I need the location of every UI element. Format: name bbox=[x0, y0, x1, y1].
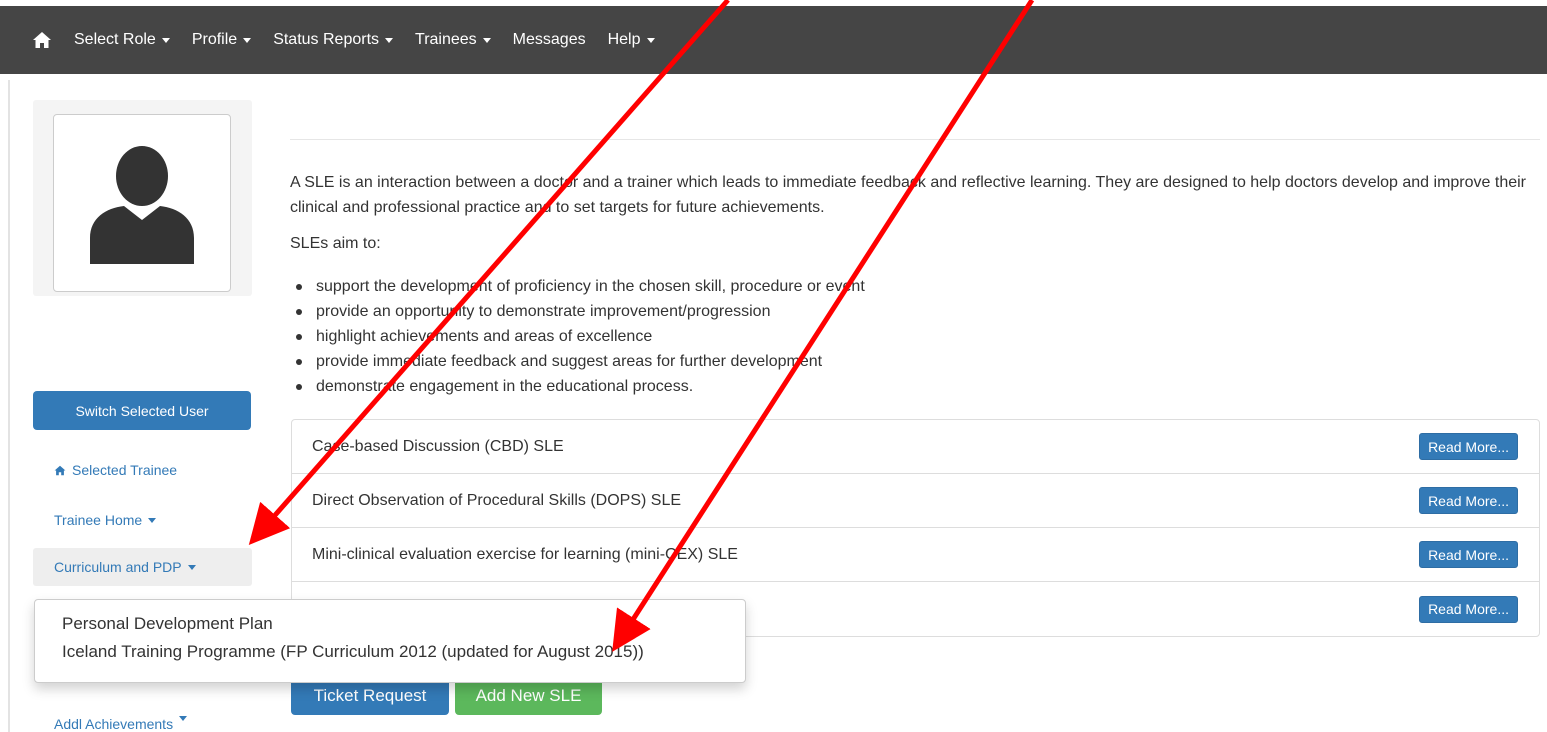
nav-status-reports[interactable]: Status Reports bbox=[273, 31, 394, 49]
caret-down-icon bbox=[187, 564, 196, 570]
caret-down-icon bbox=[179, 716, 188, 721]
caret-down-icon bbox=[385, 37, 394, 43]
sidebar-item-trainee-home[interactable]: Trainee Home bbox=[33, 501, 252, 539]
avatar bbox=[53, 114, 231, 292]
curriculum-dropdown-menu: Personal Development Plan Iceland Traini… bbox=[34, 599, 746, 683]
menu-item-training-programme[interactable]: Iceland Training Programme (FP Curriculu… bbox=[35, 638, 745, 666]
nav-messages[interactable]: Messages bbox=[513, 31, 586, 49]
table-row: Direct Observation of Procedural Skills … bbox=[292, 474, 1539, 528]
sle-type-label: Case-based Discussion (CBD) SLE bbox=[312, 437, 564, 455]
nav-select-role[interactable]: Select Role bbox=[74, 31, 170, 49]
sidebar-item-label: Selected Trainee bbox=[72, 462, 178, 478]
read-more-button[interactable]: Read More... bbox=[1419, 433, 1518, 460]
list-item: highlight achievements and areas of exce… bbox=[290, 324, 865, 349]
sle-intro-text: A SLE is an interaction between a doctor… bbox=[290, 174, 1526, 216]
read-more-button[interactable]: Read More... bbox=[1419, 595, 1518, 623]
list-item: support the development of proficiency i… bbox=[290, 274, 865, 299]
sidebar-item-label: Trainee Home bbox=[54, 512, 143, 528]
avatar-panel bbox=[33, 100, 252, 296]
caret-down-icon bbox=[161, 37, 170, 43]
read-more-button[interactable]: Read More... bbox=[1419, 541, 1518, 568]
home-icon bbox=[54, 465, 66, 476]
sidebar-item-curriculum-and-pdp[interactable]: Curriculum and PDP bbox=[33, 548, 252, 586]
switch-selected-user-button[interactable]: Switch Selected User bbox=[33, 391, 251, 430]
home-icon[interactable] bbox=[32, 30, 52, 50]
aims-list: support the development of proficiency i… bbox=[290, 274, 865, 399]
nav-trainees[interactable]: Trainees bbox=[415, 31, 491, 49]
nav-help[interactable]: Help bbox=[608, 31, 655, 49]
table-row: Case-based Discussion (CBD) SLE Read Mor… bbox=[292, 420, 1539, 474]
menu-item-personal-development-plan[interactable]: Personal Development Plan bbox=[35, 610, 745, 638]
sidebar-item-label: Addl Achievements bbox=[54, 716, 174, 732]
caret-down-icon bbox=[243, 37, 252, 43]
sle-type-label: Mini-clinical evaluation exercise for le… bbox=[312, 545, 738, 563]
caret-down-icon bbox=[148, 517, 157, 523]
list-item: provide immediate feedback and suggest a… bbox=[290, 349, 865, 374]
user-silhouette-icon bbox=[90, 146, 194, 264]
sidebar-item-addl-achievements[interactable]: Addl Achievements bbox=[33, 706, 252, 732]
left-divider bbox=[8, 80, 10, 732]
read-more-button[interactable]: Read More... bbox=[1419, 487, 1518, 514]
aims-heading: SLEs aim to: bbox=[290, 235, 381, 252]
caret-down-icon bbox=[646, 37, 655, 43]
divider bbox=[290, 139, 1540, 140]
list-item: provide an opportunity to demonstrate im… bbox=[290, 299, 865, 324]
top-navbar: Select Role Profile Status Reports Train… bbox=[0, 0, 1547, 74]
list-item: demonstrate engagement in the educationa… bbox=[290, 374, 865, 399]
nav-profile[interactable]: Profile bbox=[192, 31, 252, 49]
sidebar-item-label: Curriculum and PDP bbox=[54, 559, 182, 575]
sle-type-label: Direct Observation of Procedural Skills … bbox=[312, 491, 682, 509]
caret-down-icon bbox=[482, 37, 491, 43]
sidebar-item-selected-trainee[interactable]: Selected Trainee bbox=[33, 451, 252, 489]
table-row: Mini-clinical evaluation exercise for le… bbox=[292, 528, 1539, 582]
